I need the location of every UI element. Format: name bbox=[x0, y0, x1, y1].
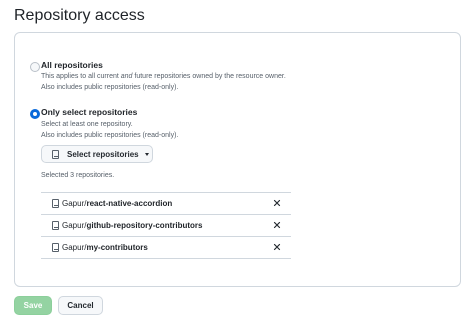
repository-row: Gapur/react-native-accordion bbox=[41, 193, 291, 215]
repo-icon bbox=[52, 243, 59, 252]
cancel-button[interactable]: Cancel bbox=[58, 296, 103, 315]
remove-repository-button[interactable] bbox=[272, 220, 282, 230]
only-select-note: Also includes public repositories (read-… bbox=[41, 132, 179, 139]
only-select-label[interactable]: Only select repositories bbox=[41, 107, 137, 117]
all-repositories-description: This applies to all current and future r… bbox=[41, 73, 286, 80]
repository-row: Gapur/github-repository-contributors bbox=[41, 215, 291, 237]
select-repositories-label: Select repositories bbox=[67, 149, 139, 159]
only-select-radio[interactable] bbox=[30, 109, 40, 119]
repository-access-panel: All repositories This applies to all cur… bbox=[14, 32, 461, 287]
close-icon bbox=[273, 221, 281, 229]
all-repositories-radio[interactable] bbox=[30, 62, 40, 72]
remove-repository-button[interactable] bbox=[272, 242, 282, 252]
selected-repository-list: Gapur/react-native-accordion Gapur/githu… bbox=[41, 192, 291, 259]
repository-row: Gapur/my-contributors bbox=[41, 237, 291, 259]
only-select-description: Select at least one repository. bbox=[41, 121, 133, 128]
remove-repository-button[interactable] bbox=[272, 198, 282, 208]
all-repositories-label[interactable]: All repositories bbox=[41, 60, 103, 70]
selected-count: Selected 3 repositories. bbox=[41, 172, 115, 179]
close-icon bbox=[273, 243, 281, 251]
close-icon bbox=[273, 199, 281, 207]
repo-icon bbox=[52, 149, 59, 159]
caret-down-icon bbox=[144, 152, 149, 156]
repository-name: Gapur/react-native-accordion bbox=[62, 199, 173, 208]
repo-icon bbox=[52, 199, 59, 208]
select-repositories-button[interactable]: Select repositories bbox=[41, 145, 153, 163]
repository-name: Gapur/my-contributors bbox=[62, 243, 148, 252]
all-repositories-note: Also includes public repositories (read-… bbox=[41, 84, 179, 91]
repo-icon bbox=[52, 221, 59, 230]
repository-name: Gapur/github-repository-contributors bbox=[62, 221, 203, 230]
page-title: Repository access bbox=[14, 7, 145, 24]
save-button[interactable]: Save bbox=[14, 296, 52, 315]
